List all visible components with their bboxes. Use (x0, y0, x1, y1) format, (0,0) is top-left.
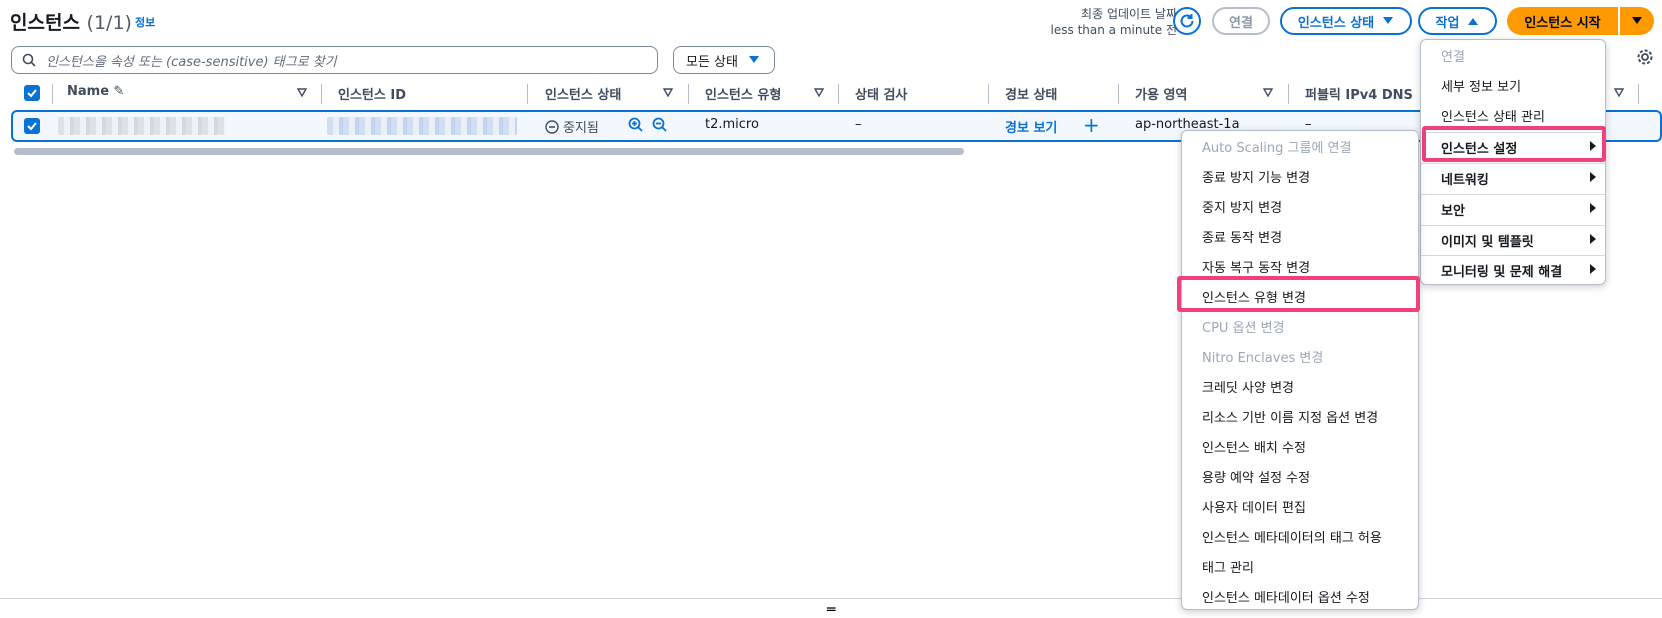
state-filter-select[interactable]: 모든 상태 (673, 46, 775, 74)
col-header-instance-id[interactable]: 인스턴스 ID (338, 84, 406, 103)
instance-state-button[interactable]: 인스턴스 상태 (1280, 7, 1412, 35)
sort-icon[interactable] (1614, 88, 1624, 98)
zoom-out-icon[interactable] (652, 117, 668, 133)
submenu-item-termination-protection[interactable]: 종료 방지 기능 변경 (1182, 161, 1418, 191)
chevron-right-icon (1590, 203, 1596, 213)
caret-down-icon (1383, 17, 1394, 24)
check-icon (27, 122, 37, 131)
info-link[interactable]: 정보 (135, 14, 155, 30)
submenu-item-metadata-options[interactable]: 인스턴스 메타데이터 옵션 수정 (1182, 581, 1418, 611)
last-updated-value: less than a minute 전 (1050, 23, 1177, 37)
instance-id-redacted[interactable] (327, 117, 517, 135)
menu-item-monitoring[interactable]: 모니터링 및 문제 해결 (1421, 255, 1605, 285)
submenu-item-resource-naming[interactable]: 리소스 기반 이름 지정 옵션 변경 (1182, 401, 1418, 431)
col-header-status-check[interactable]: 상태 검사 (855, 84, 907, 103)
zoom-in-icon[interactable] (628, 117, 644, 133)
sort-icon[interactable] (814, 88, 824, 98)
col-header-instance-state[interactable]: 인스턴스 상태 (545, 84, 621, 103)
col-header-public-dns[interactable]: 퍼블릭 IPv4 DNS (1305, 84, 1413, 103)
menu-item-networking[interactable]: 네트워킹 (1421, 163, 1605, 193)
actions-menu: 연결 세부 정보 보기 인스턴스 상태 관리 인스턴스 설정 네트워킹 보안 이… (1420, 39, 1606, 285)
sort-icon[interactable] (663, 88, 673, 98)
preferences-button[interactable] (1632, 44, 1658, 70)
instance-type-value: t2.micro (705, 117, 759, 132)
select-all-checkbox[interactable] (24, 85, 40, 101)
col-header-availability-zone[interactable]: 가용 영역 (1135, 84, 1187, 103)
instance-state-value: 중지됨 (563, 121, 599, 136)
actions-button[interactable]: 작업 (1418, 7, 1497, 35)
sort-icon[interactable] (1263, 88, 1273, 98)
resize-handle-icon[interactable]: ═ (827, 602, 835, 618)
status-check-value: – (855, 117, 862, 132)
page-title: 인스턴스 (1/1) (10, 12, 132, 34)
submenu-item-asg[interactable]: Auto Scaling 그룹에 연결 (1182, 131, 1418, 161)
search-input[interactable]: 인스턴스을 속성 또는 (case-sensitive) 태그로 찾기 (11, 46, 658, 74)
sort-icon[interactable] (297, 88, 307, 98)
connect-button[interactable]: 연결 (1212, 7, 1270, 35)
submenu-item-cpu-options[interactable]: CPU 옵션 변경 (1182, 311, 1418, 341)
view-alarms-link[interactable]: 경보 보기 (1005, 117, 1057, 136)
actions-label: 작업 (1435, 15, 1460, 31)
submenu-item-shutdown-behavior[interactable]: 종료 동작 변경 (1182, 221, 1418, 251)
submenu-item-capacity-reservation[interactable]: 용량 예약 설정 수정 (1182, 461, 1418, 491)
search-placeholder: 인스턴스을 속성 또는 (case-sensitive) 태그로 찾기 (46, 54, 337, 70)
menu-item-images-templates[interactable]: 이미지 및 템플릿 (1421, 225, 1605, 255)
refresh-button[interactable] (1173, 7, 1201, 35)
highlight-instance-settings (1422, 126, 1606, 162)
gear-icon (1637, 49, 1653, 65)
submenu-item-stop-protection[interactable]: 중지 방지 변경 (1182, 191, 1418, 221)
submenu-item-manage-tags[interactable]: 태그 관리 (1182, 551, 1418, 581)
last-updated-label: 최종 업데이트 날짜 (1081, 7, 1177, 21)
submenu-item-tags-in-metadata[interactable]: 인스턴스 메타데이터의 태그 허용 (1182, 521, 1418, 551)
col-header-alarm-status[interactable]: 경보 상태 (1005, 84, 1057, 103)
state-filter-label: 모든 상태 (686, 54, 738, 70)
instance-count: (1/1) (86, 12, 132, 34)
chevron-right-icon (1590, 172, 1596, 182)
edit-icon: ✎ (113, 84, 125, 99)
start-instance-button[interactable]: 인스턴스 시작 (1507, 7, 1618, 35)
add-alarm-icon[interactable]: + (1083, 113, 1100, 137)
horizontal-scrollbar[interactable] (14, 148, 964, 155)
highlight-change-instance-type (1177, 276, 1420, 312)
caret-up-icon (1468, 18, 1479, 25)
check-icon (27, 89, 37, 98)
last-updated: 최종 업데이트 날짜 less than a minute 전 (1051, 6, 1177, 38)
col-header-name[interactable]: Name ✎ (67, 84, 124, 99)
search-icon (22, 53, 36, 67)
refresh-icon (1180, 14, 1194, 28)
instance-state-label: 인스턴스 상태 (1297, 15, 1375, 31)
submenu-item-user-data[interactable]: 사용자 데이터 편집 (1182, 491, 1418, 521)
submenu-item-credit-spec[interactable]: 크레딧 사양 변경 (1182, 371, 1418, 401)
menu-item-connect[interactable]: 연결 (1421, 40, 1605, 70)
caret-down-icon (1632, 17, 1642, 24)
submenu-item-nitro-enclaves[interactable]: Nitro Enclaves 변경 (1182, 341, 1418, 371)
stopped-icon (545, 119, 559, 134)
start-instance-dropdown[interactable] (1620, 7, 1654, 35)
instance-settings-submenu: Auto Scaling 그룹에 연결 종료 방지 기능 변경 중지 방지 변경… (1181, 130, 1419, 610)
menu-item-security[interactable]: 보안 (1421, 194, 1605, 224)
menu-item-view-details[interactable]: 세부 정보 보기 (1421, 70, 1605, 100)
chevron-right-icon (1590, 264, 1596, 274)
caret-down-icon (748, 56, 759, 63)
col-header-instance-type[interactable]: 인스턴스 유형 (705, 84, 781, 103)
instance-state-cell: 중지됨 (545, 117, 599, 136)
submenu-item-placement[interactable]: 인스턴스 배치 수정 (1182, 431, 1418, 461)
row-checkbox[interactable] (24, 118, 40, 134)
chevron-right-icon (1590, 234, 1596, 244)
instance-name-redacted (58, 117, 226, 135)
